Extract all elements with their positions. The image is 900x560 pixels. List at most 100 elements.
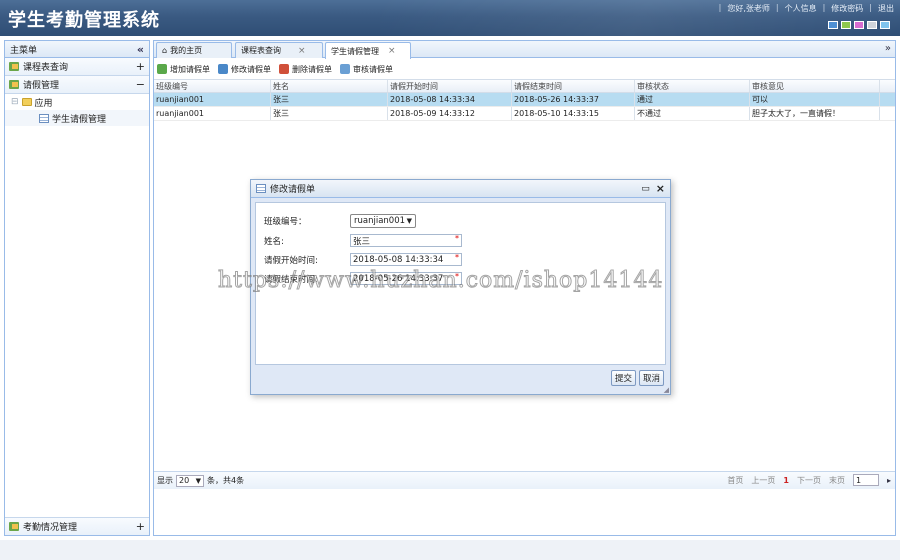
logout-link[interactable]: 退出 [878,3,894,14]
dialog-footer: 提交 取消 [610,370,664,386]
cell: ruanjian001 [154,107,271,120]
close-tab-icon[interactable]: × [298,46,306,56]
expand-icon[interactable]: + [136,60,145,73]
tree-item-label: 学生请假管理 [52,114,107,125]
current-page-number: 1 [783,475,789,485]
home-icon: ⌂ [162,46,168,55]
add-icon [157,64,167,74]
page-number-input[interactable]: 1 [852,474,879,486]
sidebar-section-schedule[interactable]: 课程表查询 + [5,58,149,76]
class-select[interactable]: ruanjian001 ▼ [350,214,416,228]
sidebar-section-label: 请假管理 [23,81,60,91]
theme-swatch-cyan[interactable] [880,21,890,29]
folder-icon [21,98,32,106]
sidebar-title: 主菜单 [10,45,38,56]
cell: 可以 [750,93,880,106]
table-row[interactable]: ruanjian001 张三 2018-05-08 14:33:34 2018-… [154,93,895,107]
end-time-label: 请假结束时间: [264,275,318,285]
maximize-icon[interactable]: ▭ [641,184,650,194]
page-size-select[interactable]: 20 ▼ [176,474,204,487]
cell: 2018-05-09 14:33:12 [388,107,512,120]
edit-leave-dialog: 修改请假单 ▭ × 班级编号： ruanjian001 ▼ 姓名: 张三 * 请… [250,179,671,395]
tab-list-dropdown-icon[interactable]: » [885,43,891,54]
sidebar-header: 主菜单 « [5,41,149,58]
table-icon [39,113,49,123]
dialog-title: 修改请假单 [270,185,316,195]
edit-leave-button[interactable]: 修改请假单 [218,64,271,75]
column-header[interactable]: 审核意见 [750,80,880,92]
sidebar-section-attendance[interactable]: 考勤情况管理 + [5,517,149,535]
theme-swatch-green[interactable] [841,21,851,29]
end-time-field[interactable]: 2018-05-26 14:33:37 * [350,272,462,285]
column-header[interactable]: 姓名 [271,80,388,92]
name-label: 姓名: [264,237,284,247]
column-header[interactable]: 请假结束时间 [512,80,635,92]
collapse-icon[interactable]: − [136,78,145,91]
pagination-bar: 显示 20 ▼ 条，共4条 首页 上一页 1 下一页 末页 1 ▸ [154,471,895,489]
sidebar-section-leave[interactable]: 请假管理 − [5,76,149,94]
start-time-field[interactable]: 2018-05-08 14:33:34 * [350,253,462,266]
pager-summary: 条，共4条 [207,476,245,485]
tab-home[interactable]: ⌂ 我的主页 [156,42,232,58]
class-label: 班级编号： [264,217,307,227]
footer-strip [0,540,900,560]
column-header[interactable]: 审核状态 [635,80,750,92]
module-icon [9,522,19,531]
close-tab-icon[interactable]: × [388,46,396,56]
theme-swatches [828,21,890,29]
change-password-link[interactable]: 修改密码 [831,3,863,14]
tree-toggle-icon[interactable]: ⊟ [11,97,19,107]
sidebar-section-label: 课程表查询 [23,63,69,73]
add-leave-button[interactable]: 增加请假单 [157,64,210,75]
first-page-button[interactable]: 首页 [727,475,743,486]
toolbar: 增加请假单 修改请假单 删除请假单 审核请假单 [154,61,895,77]
app-header: 学生考勤管理系统 | 您好,张老师 | 个人信息 | 修改密码 | 退出 [0,0,900,36]
go-page-icon[interactable]: ▸ [887,476,891,485]
prev-page-button[interactable]: 上一页 [751,475,775,486]
next-page-button[interactable]: 下一页 [797,475,821,486]
module-icon [9,62,19,71]
theme-swatch-pink[interactable] [854,21,864,29]
profile-link[interactable]: 个人信息 [785,3,817,14]
tree-folder-label: 应用 [34,98,53,109]
tab-bar: ⌂ 我的主页 课程表查询 × 学生请假管理 × » [154,41,895,59]
column-header[interactable]: 班级编号 [154,80,271,92]
submit-button[interactable]: 提交 [610,370,636,386]
table-row[interactable]: ruanjian001 张三 2018-05-09 14:33:12 2018-… [154,107,895,121]
pager-show-label: 显示 [157,476,173,485]
tab-leave-management[interactable]: 学生请假管理 × [325,42,411,59]
sidebar: 主菜单 « 课程表查询 + 请假管理 − ⊟ 应用 学生请假管理 考勤情况管理 … [4,40,150,536]
expand-icon[interactable]: + [136,520,145,533]
review-leave-button[interactable]: 审核请假单 [340,64,393,75]
grid-header: 班级编号 姓名 请假开始时间 请假结束时间 审核状态 审核意见 [154,79,895,93]
last-page-button[interactable]: 末页 [829,475,845,486]
tree-folder-apps[interactable]: ⊟ 应用 [5,94,149,110]
cell: 2018-05-10 14:33:15 [512,107,635,120]
tab-schedule[interactable]: 课程表查询 × [235,42,323,58]
module-icon [9,80,19,89]
cell: 张三 [271,93,388,106]
tree-item-leave-management[interactable]: 学生请假管理 [5,110,149,126]
review-icon [340,64,350,74]
resize-handle-icon[interactable]: ◢ [664,386,669,394]
theme-swatch-gray[interactable] [867,21,877,29]
cell: 2018-05-26 14:33:37 [512,93,635,106]
theme-swatch-blue[interactable] [828,21,838,29]
delete-icon [279,64,289,74]
dialog-header: 修改请假单 ▭ × [251,180,670,198]
start-time-label: 请假开始时间: [264,256,318,266]
cell: ruanjian001 [154,93,271,106]
sidebar-section-label: 考勤情况管理 [23,523,78,533]
cancel-button[interactable]: 取消 [638,370,664,386]
form-icon [256,184,266,193]
cell: 胆子太大了，一直请假！ [750,107,880,120]
delete-leave-button[interactable]: 删除请假单 [279,64,332,75]
top-links: | 您好,张老师 | 个人信息 | 修改密码 | 退出 [718,3,894,14]
chevron-down-icon: ▼ [195,476,201,485]
required-mark: * [455,234,459,243]
collapse-sidebar-icon[interactable]: « [137,43,144,56]
greeting-link[interactable]: 您好,张老师 [727,3,770,14]
close-icon[interactable]: × [656,182,665,195]
column-header[interactable]: 请假开始时间 [388,80,512,92]
name-field[interactable]: 张三 * [350,234,462,247]
